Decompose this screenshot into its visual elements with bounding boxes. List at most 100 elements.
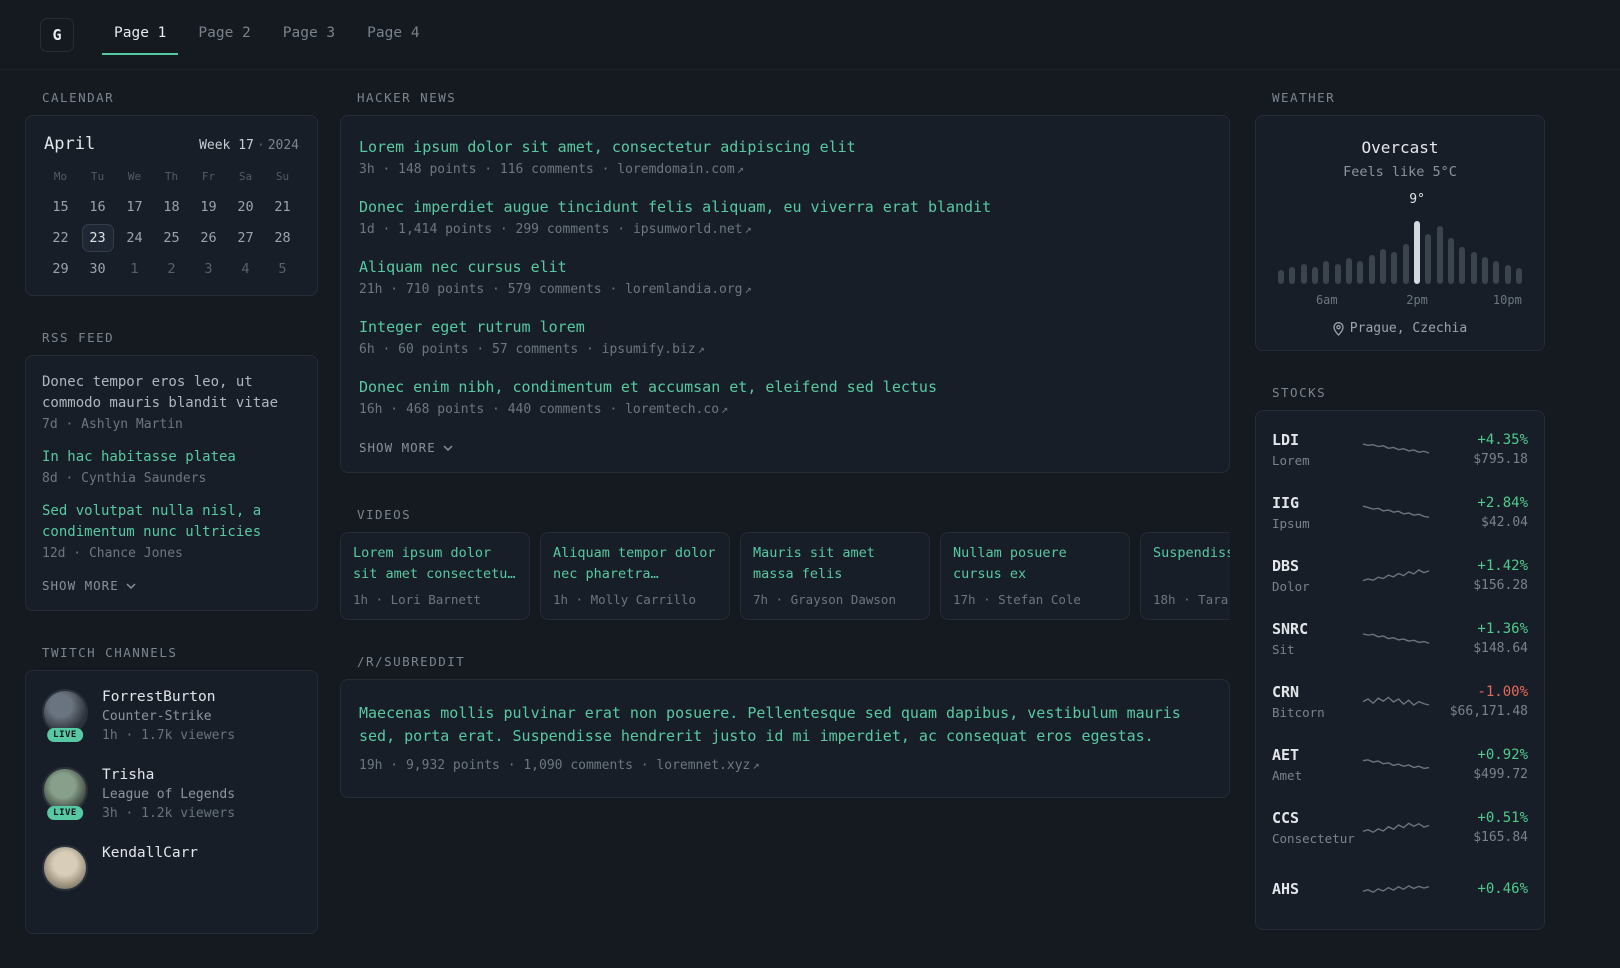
calendar-dayname: Su xyxy=(275,170,290,183)
rss-show-more-button[interactable]: SHOW MORE xyxy=(42,578,136,593)
weather-bar xyxy=(1402,243,1409,284)
chevron-down-icon xyxy=(126,582,136,589)
stock-name: Amet xyxy=(1272,768,1303,783)
twitch-channel[interactable]: LIVE Trisha League of Legends 3h · 1.2k … xyxy=(42,767,301,821)
stock-name: Lorem xyxy=(1272,453,1310,468)
weather-bar xyxy=(1425,233,1432,284)
channel-meta: 1h · 1.7k viewers xyxy=(102,728,236,743)
hn-domain-link[interactable]: ipsumify.biz xyxy=(602,342,696,357)
stock-row[interactable]: CRN Bitcorn -1.00% $66,171.48 xyxy=(1272,670,1528,733)
rss-item-meta: 8d · Cynthia Saunders xyxy=(42,471,207,486)
subreddit-widget: /R/SUBREDDIT Maecenas mollis pulvinar er… xyxy=(340,654,1230,798)
video-title[interactable]: Aliquam tempor dolor nec pharetra… xyxy=(553,543,717,585)
calendar-dayname: Th xyxy=(164,170,179,183)
external-link-icon: ↗ xyxy=(697,342,705,356)
stock-row[interactable]: LDI Lorem +4.35% $795.18 xyxy=(1272,418,1528,481)
hn-item-title[interactable]: Integer eget rutrum lorem xyxy=(359,318,585,336)
hn-item-title[interactable]: Lorem ipsum dolor sit amet, consectetur … xyxy=(359,138,856,156)
stock-change: +2.84% xyxy=(1477,495,1528,511)
channel-meta: 3h · 1.2k viewers xyxy=(102,806,236,821)
twitch-channel[interactable]: LIVE ForrestBurton Counter-Strike 1h · 1… xyxy=(42,689,301,743)
rss-item-title[interactable]: Donec tempor eros leo, ut commodo mauris… xyxy=(42,372,301,414)
twitch-card: LIVE ForrestBurton Counter-Strike 1h · 1… xyxy=(25,670,318,934)
subreddit-domain-link[interactable]: loremnet.xyz xyxy=(656,758,750,773)
calendar-day: 16 xyxy=(89,199,106,215)
rss-item-title[interactable]: Sed volutpat nulla nisl, a condimentum n… xyxy=(42,501,301,543)
channel-category: Counter-Strike xyxy=(102,709,212,724)
stock-row[interactable]: SNRC Sit +1.36% $148.64 xyxy=(1272,607,1528,670)
weather-hour-label: 6am xyxy=(1315,293,1338,307)
channel-name[interactable]: ForrestBurton xyxy=(102,689,235,705)
hn-domain-link[interactable]: ipsumworld.net xyxy=(633,222,743,237)
stock-symbol: LDI xyxy=(1272,431,1300,449)
stock-row[interactable]: DBS Dolor +1.42% $156.28 xyxy=(1272,544,1528,607)
weather-location-text: Prague, Czechia xyxy=(1349,321,1468,336)
stocks-header: STOCKS xyxy=(1272,385,1327,400)
hn-item-title[interactable]: Donec imperdiet augue tincidunt felis al… xyxy=(359,198,991,216)
stock-sparkline xyxy=(1362,695,1430,706)
avatar: LIVE xyxy=(42,689,88,742)
stock-change: +1.42% xyxy=(1477,558,1528,574)
hn-item-title[interactable]: Aliquam nec cursus elit xyxy=(359,258,567,276)
hn-show-more-button[interactable]: SHOW MORE xyxy=(359,440,453,455)
tab-page-2[interactable]: Page 2 xyxy=(186,15,262,55)
stock-row[interactable]: AHS +0.46% xyxy=(1272,859,1528,922)
hn-domain-link[interactable]: loremdomain.com xyxy=(617,162,734,177)
weather-bar xyxy=(1447,237,1454,284)
video-body: Aliquam tempor dolor nec pharetra… 1h · … xyxy=(541,533,729,619)
video-meta: 1h · Lori Barnett xyxy=(353,592,481,607)
calendar-day: 28 xyxy=(274,230,291,246)
video-title[interactable]: Nullam posuere cursus ex xyxy=(953,543,1117,585)
stock-name: Sit xyxy=(1272,642,1295,657)
video-card: Nullam posuere cursus ex 17h · Stefan Co… xyxy=(940,532,1130,620)
rss-item-title[interactable]: In hac habitasse platea xyxy=(42,447,301,468)
calendar-day: 15 xyxy=(52,199,69,215)
stock-row[interactable]: IIG Ipsum +2.84% $42.04 xyxy=(1272,481,1528,544)
stocks-card: LDI Lorem +4.35% $795.18 IIG Ipsum +2.84… xyxy=(1255,410,1545,930)
hn-item: Integer eget rutrum lorem 6h · 60 points… xyxy=(359,318,1211,357)
channel-category: League of Legends xyxy=(102,787,236,802)
external-link-icon: ↗ xyxy=(744,282,752,296)
tab-page-4[interactable]: Page 4 xyxy=(355,15,431,55)
stock-symbol: AET xyxy=(1272,746,1300,764)
weather-bar xyxy=(1323,260,1330,284)
stock-price: $148.64 xyxy=(1473,641,1528,656)
avatar: LIVE xyxy=(42,767,88,820)
weather-chart-bars xyxy=(1278,212,1522,284)
subreddit-post-title[interactable]: Maecenas mollis pulvinar erat non posuer… xyxy=(359,702,1211,749)
weather-bar xyxy=(1493,260,1500,284)
video-title[interactable]: Suspendisse diam xyxy=(1153,543,1230,585)
weather-bar xyxy=(1379,249,1386,284)
stock-identity: SNRC Sit xyxy=(1272,620,1354,657)
hn-item: Donec imperdiet augue tincidunt felis al… xyxy=(359,198,1211,237)
stock-sparkline xyxy=(1362,632,1430,644)
calendar-day: 2 xyxy=(167,261,176,277)
weather-hour-label: 2pm xyxy=(1406,293,1428,307)
twitch-header: TWITCH CHANNELS xyxy=(42,645,178,660)
tab-page-3[interactable]: Page 3 xyxy=(271,15,347,55)
channel-info: KendallCarr xyxy=(102,845,198,861)
video-title[interactable]: Mauris sit amet massa felis xyxy=(753,543,917,585)
weather-bar xyxy=(1300,263,1307,284)
app-logo[interactable]: G xyxy=(40,17,74,52)
channel-name[interactable]: Trisha xyxy=(102,767,235,783)
hn-meta-text: 3h · 148 points · 116 comments · xyxy=(359,162,610,177)
channel-name[interactable]: KendallCarr xyxy=(102,845,198,861)
stock-values: +0.51% $165.84 xyxy=(1438,810,1528,845)
twitch-channel[interactable]: KendallCarr xyxy=(42,845,301,891)
hn-domain-link[interactable]: loremtech.co xyxy=(625,402,719,417)
channel-avatar-image xyxy=(42,845,88,891)
tab-page-1[interactable]: Page 1 xyxy=(102,15,179,55)
stock-row[interactable]: CCS Consectetur +0.51% $165.84 xyxy=(1272,796,1528,859)
stock-price: $795.18 xyxy=(1473,452,1528,467)
stock-sparkline xyxy=(1362,505,1430,518)
hn-meta-text: 16h · 468 points · 440 comments · xyxy=(359,402,618,417)
weather-location: Prague, Czechia xyxy=(1278,321,1522,336)
hn-domain-link[interactable]: loremlandia.org xyxy=(625,282,742,297)
stock-values: +0.92% $499.72 xyxy=(1438,747,1528,782)
hn-item-title[interactable]: Donec enim nibh, condimentum et accumsan… xyxy=(359,378,937,396)
calendar-year: 2024 xyxy=(267,138,299,153)
video-title[interactable]: Lorem ipsum dolor sit amet consectetu… xyxy=(353,543,517,585)
stock-row[interactable]: AET Amet +0.92% $499.72 xyxy=(1272,733,1528,796)
calendar-title-row: April Week 17 · 2024 xyxy=(42,130,301,166)
